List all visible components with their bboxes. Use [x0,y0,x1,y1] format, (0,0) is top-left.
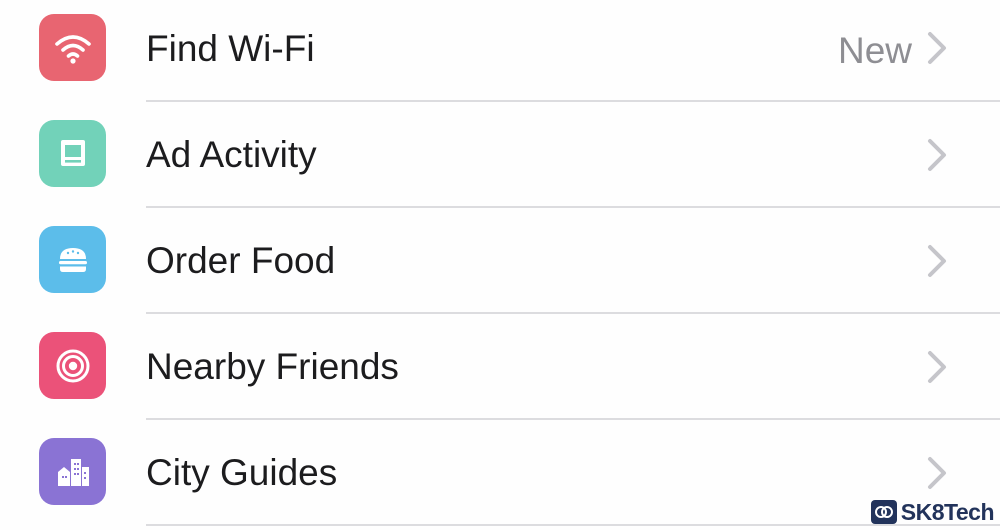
settings-menu-list: Find Wi-Fi New Ad Activity Order Food Ne… [0,0,1000,529]
menu-item-label: Order Food [146,240,336,281]
chevron-right-icon [928,139,946,171]
chevron-right-icon [928,457,946,489]
sk8tech-watermark: SK8Tech [870,498,995,525]
menu-item-label: Find Wi-Fi [146,28,315,69]
target-icon [39,332,106,399]
menu-item-order-food[interactable]: Order Food [0,212,1000,318]
burger-icon [39,226,106,293]
menu-item-label: City Guides [146,452,338,493]
chevron-right-icon [928,351,946,383]
menu-item-label: Ad Activity [146,134,317,175]
row-divider [146,100,1000,102]
menu-item-nearby-friends[interactable]: Nearby Friends [0,318,1000,424]
menu-item-city-guides[interactable]: City Guides [0,424,1000,530]
menu-item-find-wifi[interactable]: Find Wi-Fi New [0,0,1000,106]
city-buildings-icon [39,438,106,505]
wifi-icon [39,14,106,81]
watermark-text: SK8Tech [900,498,995,525]
chevron-right-icon [928,32,946,64]
menu-item-ad-activity[interactable]: Ad Activity [0,106,1000,212]
row-divider [146,418,1000,420]
sk8tech-logo-icon [870,500,897,524]
monitor-icon [39,120,106,187]
row-divider [146,312,1000,314]
row-divider [146,206,1000,208]
chevron-right-icon [928,245,946,277]
new-badge-text: New [837,30,912,71]
menu-item-label: Nearby Friends [146,346,399,387]
